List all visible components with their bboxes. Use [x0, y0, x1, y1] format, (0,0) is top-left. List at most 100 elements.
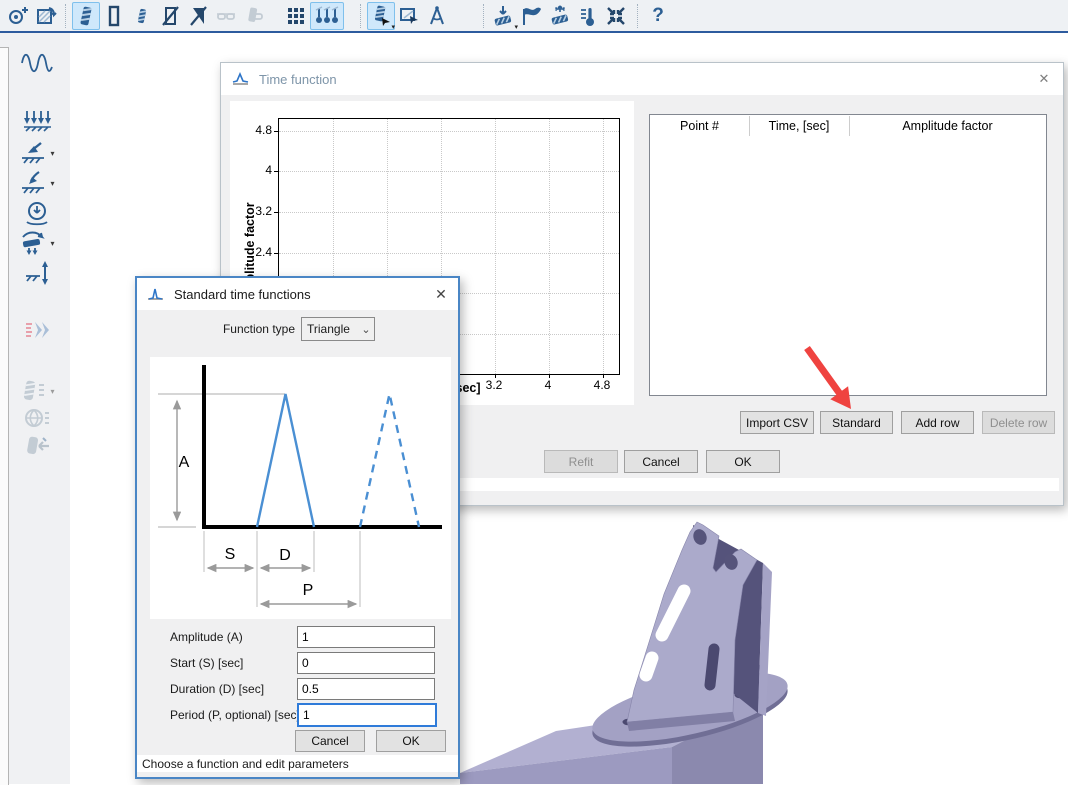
- measure-compass-icon[interactable]: [423, 2, 451, 30]
- standard-cancel-button[interactable]: Cancel: [295, 730, 365, 752]
- dropdown-caret-icon: ▾: [50, 179, 54, 188]
- bolt-small-icon[interactable]: [128, 2, 156, 30]
- chevron-down-icon: ⌄: [358, 323, 374, 336]
- y-tick-label: 3.2: [240, 204, 272, 218]
- duration-label: D: [279, 547, 291, 564]
- dropdown-caret-icon: ▾: [50, 387, 54, 396]
- gridline-h: [279, 171, 619, 173]
- cancel-button[interactable]: Cancel: [624, 450, 698, 473]
- toolbar-separator: [483, 4, 485, 28]
- function-type-value: Triangle: [302, 322, 358, 336]
- time-function-icon[interactable]: [12, 50, 62, 76]
- remote-load-icon[interactable]: [12, 405, 62, 431]
- import-loads-icon[interactable]: [12, 433, 62, 459]
- add-row-button[interactable]: Add row: [901, 411, 974, 434]
- column-header[interactable]: Amplitude factor: [849, 115, 1046, 137]
- toolbar-group-connections: [60, 2, 344, 29]
- help-icon[interactable]: ?: [644, 2, 672, 30]
- disable-region-icon[interactable]: [184, 2, 212, 30]
- period-label: P: [303, 582, 314, 599]
- thermal-icon[interactable]: [574, 2, 602, 30]
- disable-bolt-icon[interactable]: [156, 2, 184, 30]
- pick-bolt-icon[interactable]: ▾: [367, 2, 395, 30]
- mask-parts-icon[interactable]: [240, 2, 268, 30]
- x-tick-label: 4: [531, 378, 565, 392]
- amplitude-field-label: Amplitude (A): [170, 626, 300, 648]
- gridline-h: [279, 212, 619, 214]
- gridline-h: [279, 131, 619, 133]
- column-header[interactable]: Time, [sec]: [749, 115, 849, 137]
- column-separator: [849, 116, 850, 136]
- function-type-label: Function type: [137, 322, 295, 336]
- distributed-load-icon[interactable]: [12, 108, 62, 134]
- import-geometry-icon[interactable]: [32, 2, 60, 30]
- period-input[interactable]: [297, 703, 437, 727]
- move-part-icon[interactable]: [546, 2, 574, 30]
- left-sidebar: ▾ ▾ ▾ ▾: [0, 33, 70, 784]
- standard-button[interactable]: Standard: [820, 411, 893, 434]
- dynamic-analysis-icon[interactable]: [12, 318, 62, 344]
- apply-load-icon[interactable]: ▾: [490, 2, 518, 30]
- refit-button[interactable]: Refit: [544, 450, 618, 473]
- displacement-icon[interactable]: [12, 260, 62, 286]
- y-tick-label: 4: [240, 163, 272, 177]
- standard-dialog-icon: [147, 287, 165, 301]
- main-toolbar: ▾ ▾ ?: [0, 0, 1068, 33]
- ok-button[interactable]: OK: [706, 450, 780, 473]
- toolbar-group-help: ?: [632, 2, 672, 29]
- triangle-pulse: [257, 394, 314, 527]
- y-tick-label: 4.8: [240, 123, 272, 137]
- pressure-load-icon[interactable]: ▾: [12, 170, 62, 196]
- gridline-h: [279, 253, 619, 255]
- column-header[interactable]: Point #: [650, 115, 749, 137]
- amplitude-label: A: [179, 454, 190, 471]
- close-icon[interactable]: ✕: [432, 285, 450, 303]
- dialog-title: Standard time functions: [174, 287, 311, 302]
- mask-faces-icon[interactable]: [212, 2, 240, 30]
- sheet-icon[interactable]: [100, 2, 128, 30]
- toolbar-group-file: [4, 2, 60, 29]
- force-load-icon[interactable]: ▾: [12, 140, 62, 166]
- toolbar-separator: [360, 4, 362, 28]
- start-label: S: [225, 546, 236, 563]
- y-tick: [274, 131, 278, 132]
- points-table[interactable]: Point # Time, [sec] Amplitude factor: [649, 114, 1047, 396]
- import-csv-button[interactable]: Import CSV: [740, 411, 814, 434]
- stiffener-slot: [710, 649, 714, 685]
- start-input[interactable]: [297, 652, 435, 674]
- dialog-title: Time function: [259, 72, 337, 87]
- collapsed-panel-rail[interactable]: [0, 47, 9, 785]
- connections-grid-icon[interactable]: [282, 2, 310, 30]
- x-tick-label: 3.2: [477, 378, 511, 392]
- toolbar-group-selection: ▾: [355, 2, 451, 29]
- y-tick: [274, 171, 278, 172]
- toolbar-group-loads: ▾: [478, 2, 630, 29]
- y-tick: [274, 253, 278, 254]
- period-field-label: Period (P, optional) [sec]: [170, 704, 300, 726]
- oval-hole: [646, 658, 652, 675]
- spot-view-add-icon[interactable]: [4, 2, 32, 30]
- duration-input[interactable]: [297, 678, 435, 700]
- amplitude-input[interactable]: [297, 626, 435, 648]
- delete-row-button[interactable]: Delete row: [982, 411, 1055, 434]
- spring-support-icon[interactable]: ▾: [12, 378, 62, 404]
- close-icon[interactable]: ✕: [1035, 70, 1053, 88]
- x-tick-label: 4.8: [585, 378, 619, 392]
- fit-view-icon[interactable]: [602, 2, 630, 30]
- standard-dialog-titlebar: Standard time functions ✕: [137, 278, 458, 310]
- toolbar-separator: [65, 4, 67, 28]
- standard-ok-button[interactable]: OK: [376, 730, 446, 752]
- function-type-dropdown[interactable]: Triangle ⌄: [301, 317, 375, 341]
- function-diagram: A S D P: [150, 357, 451, 619]
- column-separator: [749, 116, 750, 136]
- pick-box-icon[interactable]: [395, 2, 423, 30]
- start-field-label: Start (S) [sec]: [170, 652, 300, 674]
- time-function-titlebar: Time function ✕: [221, 63, 1063, 95]
- flag-result-icon[interactable]: [518, 2, 546, 30]
- bolt-icon[interactable]: [72, 2, 100, 30]
- triangle-pulse-repeat: [360, 394, 419, 527]
- bolt-group-icon[interactable]: [310, 2, 344, 30]
- toolbar-separator: [637, 4, 639, 28]
- bearing-load-icon[interactable]: ▾: [12, 230, 62, 256]
- gravity-load-icon[interactable]: [12, 200, 62, 226]
